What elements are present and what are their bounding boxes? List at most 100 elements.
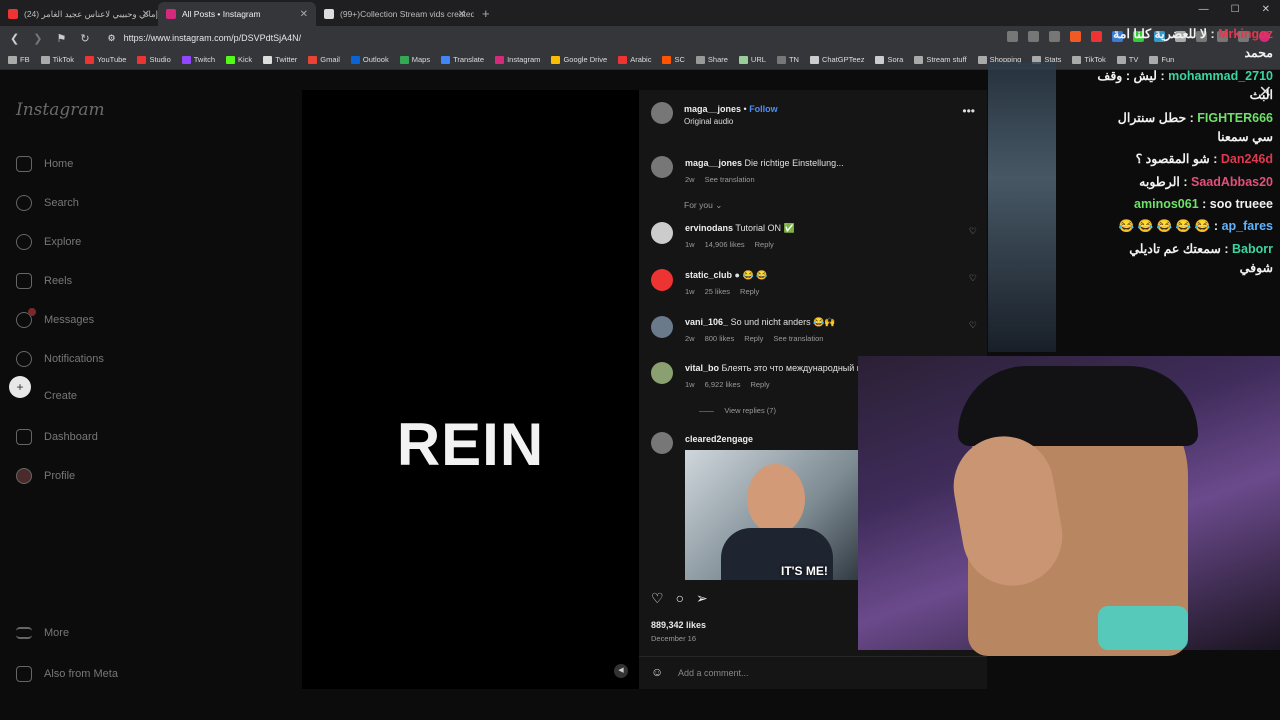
sidebar-item-home[interactable]: Home (16, 156, 73, 172)
bookmark-item[interactable]: Instagram (495, 55, 540, 64)
more-options-icon[interactable]: ••• (962, 104, 975, 118)
bookmark-item[interactable]: Gmail (308, 55, 340, 64)
bookmark-item[interactable]: FB (8, 55, 30, 64)
brave-icon[interactable] (1070, 31, 1081, 42)
browser-tab[interactable]: (99+)Collection Stream vids created b ✕ (316, 2, 474, 26)
like-count[interactable]: 889,342 likes (651, 620, 706, 630)
bookmark-item[interactable]: TikTok (40, 55, 74, 64)
reload-icon[interactable]: ↻ (80, 32, 89, 45)
comment-icon[interactable]: ○ (676, 590, 684, 607)
reply-button[interactable]: Reply (755, 240, 774, 249)
close-tab-icon[interactable]: ✕ (142, 9, 150, 20)
browser-tab[interactable]: (24) إماني وحبيبي لاعناس عجيد الغامر ✕ (0, 2, 158, 26)
bookmark-item[interactable]: Stream stuff (914, 55, 967, 64)
follow-button[interactable]: Follow (749, 104, 778, 114)
chat-username: SaadAbbas20 (1191, 174, 1273, 189)
sidebar-item-search[interactable]: Search (16, 195, 79, 211)
instagram-logo[interactable]: Instagram (16, 100, 105, 120)
instagram-sidebar: Instagram Home Search Explore Reels Mess… (0, 70, 300, 720)
caption: maga__jones Die richtige Einstellung... (685, 158, 844, 168)
bookmark-item[interactable]: SC (662, 55, 685, 64)
sidebar-item-messages[interactable]: Messages (16, 308, 94, 328)
bookmark-item[interactable]: Studio (137, 55, 171, 64)
comment-like-icon[interactable]: ♡ (969, 226, 977, 237)
comment-avatar[interactable] (651, 269, 673, 291)
back-icon[interactable]: ❮ (10, 32, 19, 45)
bookmark-item[interactable]: URL (738, 55, 766, 64)
view-replies-link[interactable]: —— View replies (7) (699, 406, 776, 415)
audio-label[interactable]: Original audio (684, 117, 733, 126)
bookmark-item[interactable]: ChatGPTeez (809, 55, 864, 64)
like-heart-icon[interactable]: ♡ (651, 590, 664, 607)
extension-icon[interactable] (1007, 31, 1018, 42)
reel-video[interactable]: REIN ◀ (302, 90, 639, 689)
chat-message: ap_fares : 😂 😂 😂 😂 😂 (1118, 219, 1273, 234)
reply-button[interactable]: Reply (750, 380, 769, 389)
sidebar-item-dashboard[interactable]: Dashboard (16, 429, 98, 445)
sidebar-item-profile[interactable]: Profile (16, 468, 75, 484)
bookmark-item[interactable]: Google Drive (551, 55, 607, 64)
reels-icon (16, 273, 32, 289)
browser-tab-active[interactable]: All Posts • Instagram ✕ (158, 2, 316, 26)
chat-text: الرطوبه (1139, 174, 1180, 189)
bookmark-item[interactable]: TN (776, 55, 799, 64)
zoom-icon[interactable] (1028, 31, 1039, 42)
share-icon[interactable]: ➢ (696, 590, 708, 607)
comment-meta: 1w 14,906 likes Reply (685, 240, 774, 249)
bookmark-icon (914, 55, 924, 64)
comment-like-icon[interactable]: ♡ (969, 320, 977, 331)
reply-button[interactable]: Reply (740, 287, 759, 296)
minimize-icon[interactable]: — (1199, 4, 1209, 15)
sidebar-item-explore[interactable]: Explore (16, 234, 81, 250)
post-header: maga__jones • Follow (684, 104, 778, 114)
close-tab-icon[interactable]: ✕ (458, 9, 466, 20)
close-tab-icon[interactable]: ✕ (300, 9, 308, 20)
sidebar-item-notifications[interactable]: Notifications (16, 351, 104, 367)
mute-icon[interactable]: ◀ (614, 664, 628, 678)
comment-input[interactable]: Add a comment... (678, 668, 749, 678)
see-translation-link[interactable]: See translation (773, 334, 823, 343)
reply-button[interactable]: Reply (744, 334, 763, 343)
chat-username: Mrkingoz (1218, 27, 1273, 41)
forward-icon[interactable]: ❯ (33, 32, 42, 45)
sidebar-item-reels[interactable]: Reels (16, 273, 72, 289)
bookmark-item[interactable]: Share (695, 55, 728, 64)
close-window-icon[interactable]: ✕ (1262, 4, 1270, 15)
sidebar-item-create[interactable]: Create (44, 390, 77, 402)
bookmark-item[interactable]: Translate (441, 55, 484, 64)
comment-avatar[interactable] (651, 432, 673, 454)
comment-sort[interactable]: For you ⌄ (684, 200, 722, 211)
author-avatar[interactable] (651, 102, 673, 124)
stream-chat-overlay: Mrkingoz : لا للعضرية كلنا امة محمد moham… (1095, 25, 1280, 360)
chat-text: soo trueee (1209, 197, 1273, 211)
caption-avatar[interactable] (651, 156, 673, 178)
sidebar-item-more[interactable]: More (16, 627, 69, 639)
bookmark-item[interactable]: Arabic (618, 55, 651, 64)
site-info-icon[interactable]: ⚙ (108, 33, 116, 44)
gif-comment: cleared2engage (685, 434, 754, 444)
new-tab-button[interactable]: + (482, 2, 490, 26)
share-icon[interactable] (1049, 31, 1060, 42)
bookmark-item[interactable]: Maps (399, 55, 430, 64)
bookmark-icon (40, 55, 50, 64)
url-input[interactable]: https://www.instagram.com/p/DSVPdtSjA4N/ (124, 33, 302, 43)
bookmark-item[interactable]: YouTube (84, 55, 126, 64)
maximize-icon[interactable]: ☐ (1231, 4, 1240, 15)
author-username[interactable]: maga__jones (684, 104, 741, 114)
bookmark-item[interactable]: Twitch (181, 55, 215, 64)
see-translation-link[interactable]: See translation (705, 175, 755, 184)
create-plus-icon[interactable]: + (9, 376, 31, 398)
sidebar-item-meta[interactable]: Also from Meta (16, 666, 118, 682)
comment-avatar[interactable] (651, 362, 673, 384)
bookmark-item[interactable]: Sora (875, 55, 903, 64)
chat-username: mohammad_2710 (1168, 68, 1273, 83)
bookmark-icon[interactable]: ⚑ (56, 32, 66, 45)
comment-meta: 1w 6,922 likes Reply (685, 380, 770, 389)
comment-avatar[interactable] (651, 316, 673, 338)
bookmark-item[interactable]: Twitter (263, 55, 297, 64)
comment-like-icon[interactable]: ♡ (969, 273, 977, 284)
comment-avatar[interactable] (651, 222, 673, 244)
emoji-icon[interactable]: ☺ (651, 665, 663, 679)
bookmark-item[interactable]: Outlook (350, 55, 389, 64)
bookmark-item[interactable]: Kick (226, 55, 252, 64)
